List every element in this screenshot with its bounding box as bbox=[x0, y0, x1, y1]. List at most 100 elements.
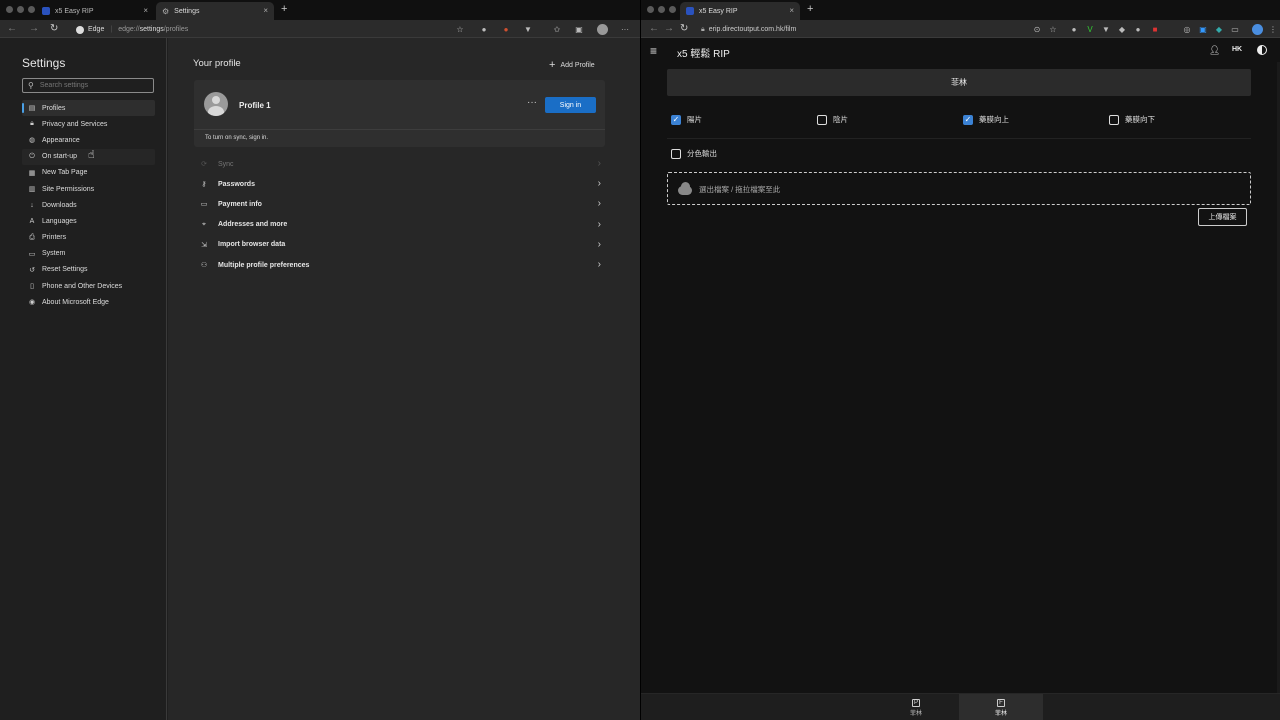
extension-icon[interactable]: ◆ bbox=[1214, 24, 1224, 34]
extension-icon[interactable]: V bbox=[1085, 24, 1095, 34]
forward-icon[interactable]: → bbox=[29, 23, 39, 34]
reset-icon: ↺ bbox=[29, 266, 35, 274]
user-icon[interactable]: 👤︎ bbox=[1209, 45, 1220, 56]
info-icon[interactable]: ⊙ bbox=[1032, 24, 1042, 34]
close-tab-icon[interactable]: × bbox=[143, 6, 148, 15]
url-text: erip.directoutput.com.hk/film bbox=[708, 26, 797, 33]
url-suffix: /profiles bbox=[163, 26, 189, 33]
film-options: ✓ 陽片 陰片 ✓ 藥膜向上 藥膜向下 分色輸出 bbox=[671, 114, 1251, 159]
address-bar[interactable]: 🔒︎ erip.directoutput.com.hk/film bbox=[701, 23, 1021, 36]
sidebar-item-site-permissions[interactable]: ▥ Site Permissions bbox=[22, 181, 155, 197]
sidebar-item-downloads[interactable]: ↓ Downloads bbox=[22, 197, 155, 213]
favorite-star-icon[interactable]: ☆ bbox=[455, 24, 465, 34]
back-icon[interactable]: ← bbox=[649, 23, 659, 34]
sidebar-item-profiles[interactable]: ▤ Profiles bbox=[22, 100, 155, 117]
extension-icon[interactable]: ▣ bbox=[1198, 24, 1208, 34]
import-icon: ⇲ bbox=[201, 241, 207, 249]
sidebar-item-privacy[interactable]: 🔒︎ Privacy and Services bbox=[22, 116, 155, 132]
minimize-window-button[interactable] bbox=[17, 6, 24, 13]
more-menu-icon[interactable]: ⋮ bbox=[1268, 24, 1278, 34]
language-switch-button[interactable]: HK bbox=[1232, 46, 1242, 53]
row-label: Multiple profile preferences bbox=[218, 261, 310, 269]
file-dropzone[interactable]: 選出檔案 / 拖拉檔案至此 bbox=[667, 172, 1251, 205]
emulsion-up-checkbox[interactable]: ✓ 藥膜向上 bbox=[963, 114, 1009, 125]
sidebar-item-label: On start-up bbox=[42, 153, 78, 161]
theme-toggle-icon[interactable] bbox=[1257, 45, 1267, 55]
collections-icon[interactable]: ▣ bbox=[574, 24, 584, 34]
bottom-nav-item-film[interactable]: F 菲林 bbox=[959, 694, 1043, 720]
sidebar-item-label: Appearance bbox=[42, 136, 80, 144]
tab-x5-easy-rip[interactable]: x5 Easy RIP × bbox=[680, 2, 800, 20]
sidebar-item-new-tab-page[interactable]: ▦ New Tab Page bbox=[22, 165, 155, 181]
tab-x5-easy-rip[interactable]: x5 Easy RIP × bbox=[36, 2, 154, 20]
sidebar-item-appearance[interactable]: ◍ Appearance bbox=[22, 132, 155, 148]
close-window-button[interactable] bbox=[6, 6, 13, 13]
close-tab-icon[interactable]: × bbox=[263, 6, 268, 15]
close-window-button[interactable] bbox=[647, 6, 654, 13]
extension-icon[interactable]: ● bbox=[1069, 24, 1079, 34]
extension-icon[interactable]: ■ bbox=[1150, 24, 1160, 34]
minimize-window-button[interactable] bbox=[658, 6, 665, 13]
extension-icon[interactable]: ▼ bbox=[1101, 24, 1111, 34]
extension-icon[interactable]: ▼ bbox=[523, 24, 533, 34]
refresh-icon[interactable]: ↻ bbox=[50, 23, 58, 34]
sidebar-item-label: Reset Settings bbox=[42, 266, 88, 274]
sidebar-item-printers[interactable]: ⎙ Printers bbox=[22, 230, 155, 246]
row-passwords[interactable]: ⚷ Passwords › bbox=[194, 174, 605, 194]
new-tab-button[interactable]: + bbox=[281, 3, 287, 15]
upload-file-button[interactable]: 上傳檔案 bbox=[1198, 208, 1247, 226]
sidebar-item-phone[interactable]: ▯ Phone and Other Devices bbox=[22, 278, 155, 294]
row-sync[interactable]: ⟳ Sync › bbox=[194, 154, 605, 174]
tab-label: x5 Easy RIP bbox=[55, 7, 94, 15]
search-placeholder: Search settings bbox=[39, 82, 89, 89]
row-addresses[interactable]: ⌖ Addresses and more › bbox=[194, 215, 605, 235]
sidebar-item-reset[interactable]: ↺ Reset Settings bbox=[22, 262, 155, 278]
multi-profile-icon: ⚇ bbox=[200, 262, 208, 270]
checkbox-label: 陽片 bbox=[687, 115, 702, 124]
close-tab-icon[interactable]: × bbox=[789, 6, 794, 15]
profile-settings-list: ⟳ Sync › ⚷ Passwords › ▭ Payment info › ⌖ Addre… bbox=[194, 154, 605, 275]
row-import-data[interactable]: ⇲ Import browser data › bbox=[194, 235, 605, 255]
search-icon: ⚲ bbox=[28, 81, 34, 90]
extension-icon[interactable]: ◎ bbox=[1182, 24, 1192, 34]
row-label: Addresses and more bbox=[218, 221, 288, 229]
sidebar-item-about[interactable]: ◉ About Microsoft Edge bbox=[22, 294, 155, 310]
color-separation-checkbox[interactable]: 分色輸出 bbox=[671, 148, 717, 159]
favorites-icon[interactable]: ✩ bbox=[552, 24, 562, 34]
new-tab-button[interactable]: + bbox=[807, 3, 813, 15]
sidebar-item-system[interactable]: ▭ System bbox=[22, 246, 155, 262]
refresh-icon[interactable]: ↻ bbox=[680, 23, 688, 34]
forward-icon[interactable]: → bbox=[664, 23, 674, 34]
settings-search-input[interactable]: ⚲ Search settings bbox=[22, 78, 154, 93]
profile-avatar-icon[interactable] bbox=[597, 24, 608, 35]
sidebar-item-languages[interactable]: A Languages bbox=[22, 213, 155, 229]
sign-in-button[interactable]: Sign in bbox=[545, 97, 596, 113]
maximize-window-button[interactable] bbox=[669, 6, 676, 13]
checkbox-unchecked-icon bbox=[1109, 114, 1119, 125]
extension-icon[interactable]: ● bbox=[1133, 24, 1143, 34]
mouse-pointer-icon: ☝ bbox=[88, 149, 95, 161]
row-payment-info[interactable]: ▭ Payment info › bbox=[194, 194, 605, 214]
bottom-nav-item-p[interactable]: P 菲林 bbox=[874, 694, 958, 720]
add-profile-button[interactable]: + Add Profile bbox=[549, 59, 595, 71]
bookmark-star-icon[interactable]: ☆ bbox=[1048, 24, 1058, 34]
more-options-icon[interactable]: ··· bbox=[527, 97, 537, 108]
profile-avatar-icon[interactable] bbox=[1252, 24, 1263, 35]
negative-checkbox[interactable]: 陰片 bbox=[817, 114, 848, 125]
tab-settings[interactable]: ⚙ Settings × bbox=[156, 2, 274, 20]
address-bar[interactable]: Edge | edge://settings/profiles bbox=[76, 23, 466, 36]
back-icon[interactable]: ← bbox=[7, 23, 17, 34]
maximize-window-button[interactable] bbox=[28, 6, 35, 13]
extension-icon[interactable]: ● bbox=[501, 24, 511, 34]
extension-icon[interactable]: ● bbox=[479, 24, 489, 34]
settings-nav: ▤ Profiles 🔒︎ Privacy and Services ◍ Appear… bbox=[22, 100, 155, 310]
extension-icon[interactable]: ◆ bbox=[1117, 24, 1127, 34]
emulsion-down-checkbox[interactable]: 藥膜向下 bbox=[1109, 114, 1155, 125]
row-multi-profile[interactable]: ⚇ Multiple profile preferences › bbox=[194, 255, 605, 275]
profile-icon: ▤ bbox=[28, 105, 36, 113]
positive-checkbox[interactable]: ✓ 陽片 bbox=[671, 114, 702, 125]
profile-name: Profile 1 bbox=[239, 101, 271, 110]
extension-icon[interactable]: ▭ bbox=[1230, 24, 1240, 34]
more-menu-icon[interactable]: ··· bbox=[620, 24, 630, 34]
hamburger-menu-icon[interactable]: ≡ bbox=[650, 44, 657, 58]
